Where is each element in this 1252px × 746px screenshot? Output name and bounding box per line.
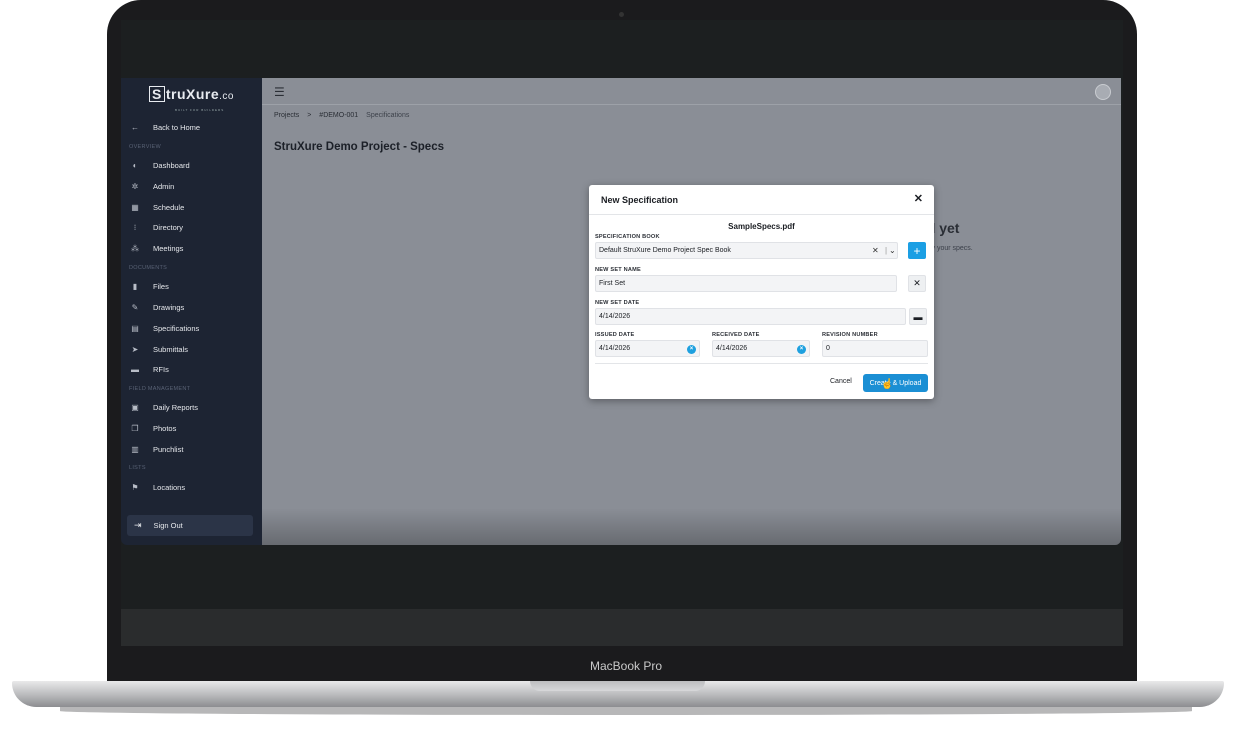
meetings-icon: ⁂: [131, 243, 139, 253]
photos-icon: ❐: [131, 423, 139, 433]
section-lists: LISTS: [129, 465, 146, 471]
sign-out-button[interactable]: ⇥ Sign Out: [127, 515, 253, 536]
close-icon[interactable]: ✕: [914, 192, 923, 205]
sidebar-item-specifications[interactable]: ▤ Specifications: [129, 319, 254, 337]
main-content: ☰ Projects > #DEMO-001 Specifications St…: [262, 78, 1121, 545]
add-spec-book-button[interactable]: +: [908, 242, 926, 259]
screen-lower-strip: [121, 609, 1123, 646]
drawing-tools-icon: ✎: [131, 302, 139, 312]
received-date-label: RECEIVED DATE: [712, 332, 760, 338]
revision-number-input[interactable]: 0: [822, 340, 928, 357]
sidebar-item-daily-reports[interactable]: ▣ Daily Reports: [129, 398, 254, 416]
sidebar-item-drawings[interactable]: ✎ Drawings: [129, 298, 254, 316]
issued-date-label: ISSUED DATE: [595, 332, 635, 338]
sidebar-item-admin[interactable]: ✲ Admin: [129, 177, 254, 195]
section-overview: OVERVIEW: [129, 144, 161, 150]
top-bar: ☰: [262, 78, 1121, 105]
laptop-notch: [530, 681, 705, 691]
camera: [619, 12, 624, 17]
back-to-home-link[interactable]: ← Back to Home: [129, 118, 254, 136]
hamburger-menu-icon[interactable]: ☰: [274, 85, 285, 99]
breadcrumb-projects[interactable]: Projects: [274, 112, 299, 119]
user-avatar[interactable]: [1095, 84, 1111, 100]
clear-selection-icon[interactable]: ✕: [872, 246, 879, 255]
set-name-label: NEW SET NAME: [595, 267, 641, 273]
breadcrumb-project[interactable]: #DEMO-001: [319, 112, 358, 119]
logo-tagline: BUILT FOR BUILDERS: [175, 108, 225, 112]
sidebar-item-schedule[interactable]: ▦ Schedule: [129, 198, 254, 216]
sidebar-item-locations[interactable]: ⚑ Locations: [129, 478, 254, 496]
breadcrumb-separator: >: [307, 112, 312, 119]
device-brand-label: MacBook Pro: [589, 659, 663, 673]
map-icon: ⚑: [131, 482, 139, 492]
sidebar-item-punchlist[interactable]: ▥ Punchlist: [129, 440, 254, 458]
daily-report-icon: ▣: [131, 402, 139, 412]
select-divider: |: [885, 246, 888, 255]
issued-date-input[interactable]: 4/14/2026 ×: [595, 340, 700, 357]
sidebar-item-files[interactable]: ▮ Files: [129, 277, 254, 295]
set-date-label: NEW SET DATE: [595, 300, 640, 306]
spec-book-label: SPECIFICATION BOOK: [595, 234, 660, 240]
sign-out-icon: ⇥: [134, 520, 142, 530]
sidebar-item-directory[interactable]: ⁝ Directory: [129, 218, 254, 236]
dialog-title: New Specification: [601, 195, 679, 205]
app-screen: StruXure.co BUILT FOR BUILDERS ← Back to…: [121, 78, 1121, 545]
laptop-shadow: [60, 707, 1192, 715]
pointer-cursor-icon: ☝: [881, 379, 894, 390]
section-documents: DOCUMENTS: [129, 265, 168, 271]
set-date-input[interactable]: 4/14/2026: [595, 308, 906, 325]
revision-number-label: REVISION NUMBER: [822, 332, 878, 338]
create-upload-button[interactable]: Create & Upload: [863, 374, 928, 392]
send-icon: ➤: [131, 344, 139, 354]
gear-icon: ✲: [131, 181, 139, 191]
sidebar-item-dashboard[interactable]: ◐ Dashboard: [129, 156, 254, 174]
breadcrumb: Projects > #DEMO-001 Specifications: [274, 112, 415, 119]
clear-received-date-icon[interactable]: ×: [797, 345, 806, 354]
sidebar-item-photos[interactable]: ❐ Photos: [129, 419, 254, 437]
file-icon: ▮: [132, 281, 138, 291]
sidebar: StruXure.co BUILT FOR BUILDERS ← Back to…: [121, 78, 262, 545]
calendar-icon[interactable]: ▬: [909, 308, 927, 325]
book-icon: ▤: [131, 323, 139, 333]
spec-book-select[interactable]: Default StruXure Demo Project Spec Book …: [595, 242, 898, 259]
dashboard-icon: ◐: [132, 160, 138, 170]
sidebar-item-rfis[interactable]: ▬ RFIs: [129, 360, 254, 378]
clear-issued-date-icon[interactable]: ×: [687, 345, 696, 354]
received-date-input[interactable]: 4/14/2026 ×: [712, 340, 810, 357]
clear-set-name-button[interactable]: ✕: [908, 275, 926, 292]
dialog-header: New Specification ✕: [589, 185, 934, 215]
sidebar-item-submittals[interactable]: ➤ Submittals: [129, 340, 254, 358]
calendar-icon: ▦: [131, 202, 139, 212]
cancel-button[interactable]: Cancel: [830, 378, 852, 385]
breadcrumb-current: Specifications: [366, 112, 410, 119]
empty-state-subtitle: ify your specs.: [928, 245, 973, 252]
directory-icon: ⁝: [133, 222, 137, 232]
chevron-down-icon[interactable]: ⌄: [889, 246, 896, 255]
uploaded-file-name: SampleSpecs.pdf: [728, 222, 795, 231]
section-field-management: FIELD MANAGEMENT: [129, 386, 191, 392]
clipboard-icon: ▥: [131, 444, 139, 454]
comment-icon: ▬: [131, 364, 139, 374]
sidebar-item-meetings[interactable]: ⁂ Meetings: [129, 239, 254, 257]
arrow-left-icon: ←: [131, 122, 139, 132]
new-specification-dialog: New Specification ✕ SampleSpecs.pdf SPEC…: [589, 185, 934, 399]
dialog-divider: [595, 363, 928, 364]
bottom-shade: [262, 508, 1121, 545]
set-name-input[interactable]: First Set: [595, 275, 897, 292]
page-title: StruXure Demo Project - Specs: [274, 141, 444, 153]
